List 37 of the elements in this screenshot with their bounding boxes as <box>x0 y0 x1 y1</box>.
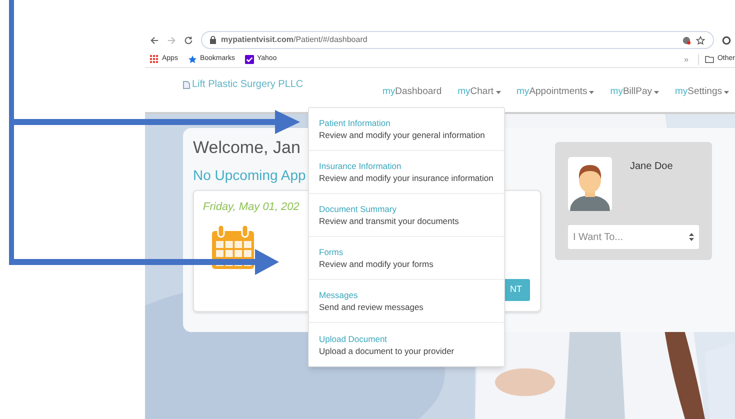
address-bar[interactable]: mypatientvisit.com/Patient/#/dashboard <box>201 31 714 49</box>
lock-icon <box>210 36 216 44</box>
nav-link[interactable]: myAppointments <box>516 85 594 100</box>
logo-alt-text: Lift Plastic Surgery PLLC <box>192 78 304 92</box>
menu-item[interactable]: Messages Send and review messages <box>309 280 504 323</box>
star-outline-icon[interactable] <box>696 36 705 44</box>
checkmark-square-icon <box>244 55 254 64</box>
upcoming-heading: No Upcoming App <box>193 168 306 182</box>
reload-icon[interactable] <box>184 36 193 44</box>
url-text: mypatientvisit.com/Patient/#/dashboard <box>221 34 368 46</box>
caret-icon <box>724 90 729 94</box>
menu-item[interactable]: Upload Document Upload a document to your provider <box>309 323 504 366</box>
appointment-date: Friday, May 01, 202 <box>203 202 300 213</box>
welcome-heading: Welcome, Jan <box>193 139 300 156</box>
overflow-chevron[interactable]: » <box>684 54 688 66</box>
updown-icon <box>689 233 694 241</box>
menu-item[interactable]: Insurance Information Review and modify your insurance information <box>309 151 504 194</box>
broken-image-icon <box>183 80 190 88</box>
extension-icon[interactable] <box>682 36 691 44</box>
menu-item[interactable]: Document Summary Review and transmit your documents <box>309 194 504 237</box>
back-icon[interactable] <box>150 36 159 44</box>
nav-link[interactable]: myChart <box>458 85 501 100</box>
star-icon <box>188 55 197 64</box>
action-select[interactable]: I Want To... <box>568 225 699 249</box>
nav-link[interactable]: myBillPay <box>610 85 659 100</box>
nav-link[interactable]: mySettings <box>675 85 729 100</box>
patient-name: Jane Doe <box>630 160 673 174</box>
grid-icon <box>150 55 159 64</box>
profile-circle-icon[interactable] <box>722 36 731 44</box>
folder-icon <box>705 56 714 63</box>
menu-item[interactable]: Patient Information Review and modify your general information <box>309 108 504 151</box>
caret-icon <box>496 90 501 94</box>
nav-link[interactable]: myDashboard <box>382 85 442 100</box>
avatar-icon <box>568 157 612 211</box>
menu-item[interactable]: Forms Review and modify your forms <box>309 237 504 280</box>
caret-icon <box>654 90 659 94</box>
caret-icon <box>589 90 594 94</box>
